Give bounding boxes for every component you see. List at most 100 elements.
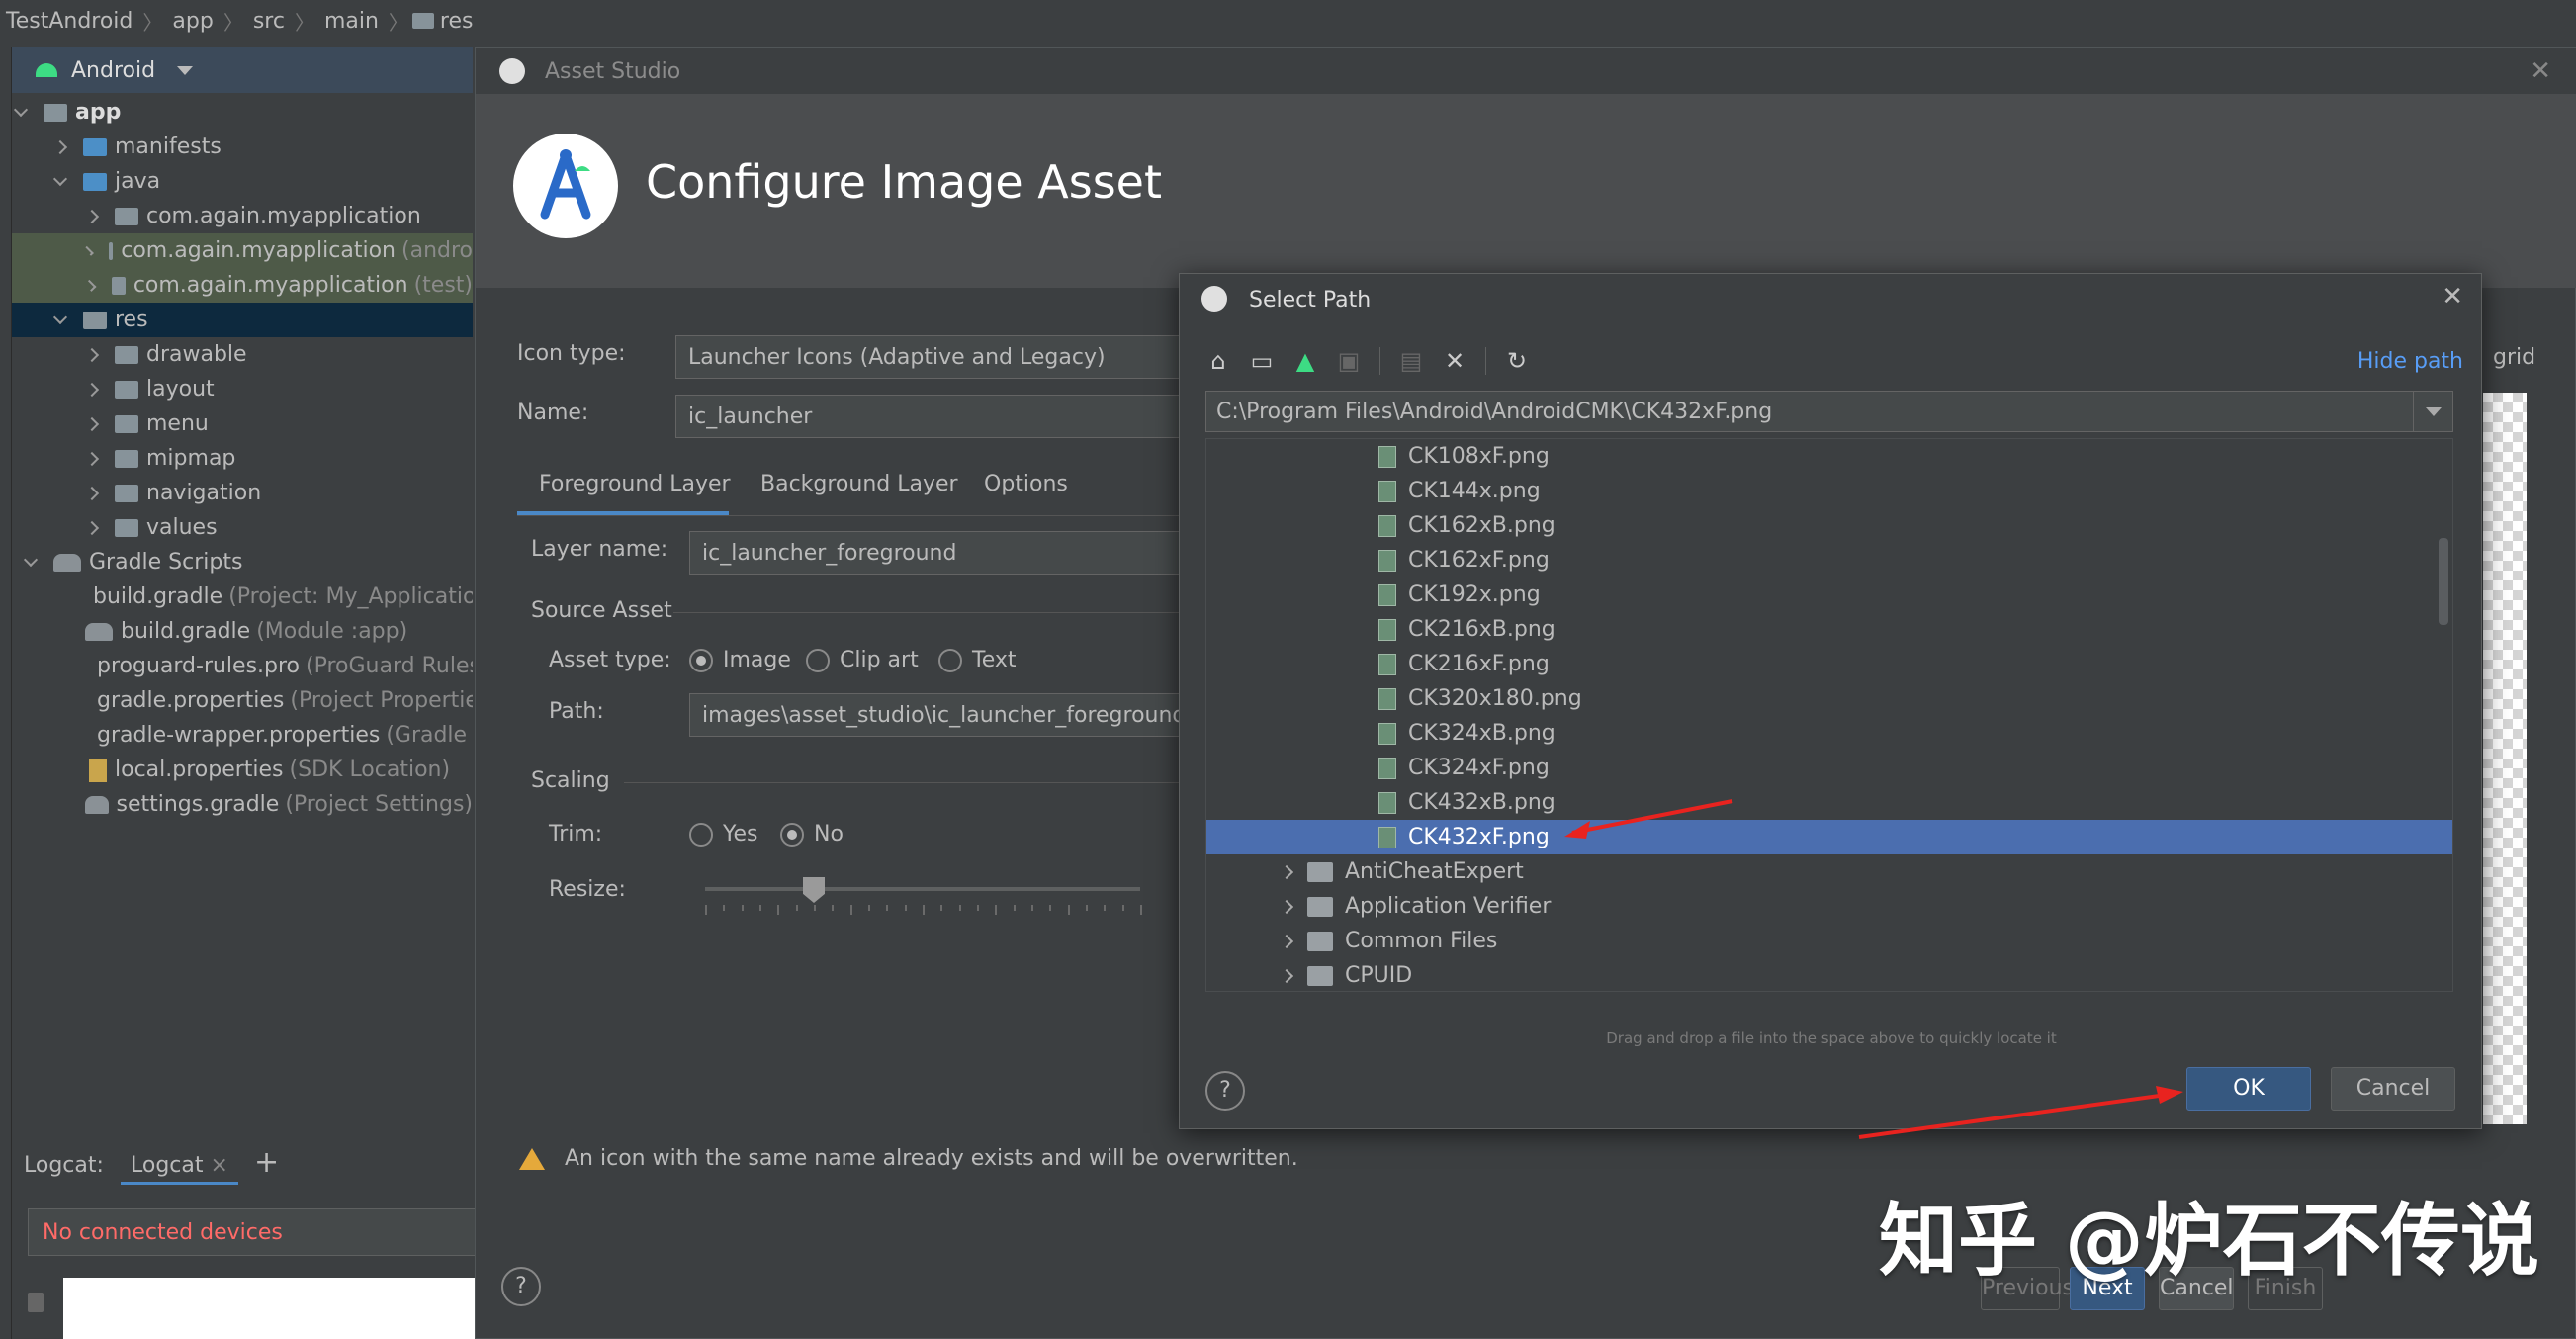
file-item[interactable]: CK192x.png [1206,578,2452,612]
tree-item-hint: (Project: My_Applicatio [228,584,473,609]
tree-item-layout[interactable]: layout [12,372,473,406]
project-folder-icon[interactable]: ▣ [1336,347,1362,375]
tree-item-file[interactable]: proguard-rules.pro (ProGuard Rules [12,649,473,683]
radio-icon [689,823,713,847]
hide-path-link[interactable]: Hide path [2357,349,2463,374]
chevron-down-icon [52,171,68,186]
image-file-icon [1378,583,1396,606]
file-item-selected[interactable]: CK432xF.png [1206,820,2452,854]
file-item[interactable]: CK162xB.png [1206,508,2452,543]
close-icon[interactable]: ✕ [2530,56,2551,86]
help-button[interactable]: ? [1205,1071,1245,1111]
tree-item-label: settings.gradle [116,792,280,817]
chevron-down-icon[interactable] [2413,392,2452,431]
file-item[interactable]: CK324xF.png [1206,751,2452,785]
path-input[interactable]: images\asset_studio\ic_launcher_foregrou… [689,693,1190,737]
file-item[interactable]: CK216xB.png [1206,612,2452,647]
close-icon[interactable]: ✕ [2442,282,2463,312]
breadcrumb-item[interactable]: src [253,9,285,34]
name-input[interactable]: ic_launcher [675,395,1190,438]
folder-item[interactable]: AntiCheatExpert [1206,854,2452,889]
tree-item-file[interactable]: gradle-wrapper.properties(Gradle V [12,718,473,753]
tab-options[interactable]: Options [984,472,1068,496]
folder-icon [1307,861,1333,882]
res-folder-icon [83,311,107,329]
add-tab-button[interactable]: + [254,1145,279,1180]
icon-type-select[interactable]: Launcher Icons (Adaptive and Legacy) [675,335,1190,379]
desktop-icon[interactable]: ▭ [1249,347,1275,375]
tree-item-manifests[interactable]: manifests [12,130,473,164]
breadcrumb: TestAndroid 〉 app 〉 src 〉 main 〉 res [0,0,2576,42]
tree-item-mipmap[interactable]: mipmap [12,441,473,476]
tree-item-drawable[interactable]: drawable [12,337,473,372]
tree-item-res[interactable]: res [12,303,473,337]
trim-yes-radio[interactable]: Yes [689,822,758,847]
folder-item[interactable]: Application Verifier [1206,889,2452,924]
trim-no-radio[interactable]: No [780,822,844,847]
tree-item-file[interactable]: gradle.properties (Project Properties [12,683,473,718]
tree-item-values[interactable]: values [12,510,473,545]
folder-icon [115,518,138,537]
tab-logcat[interactable]: Logcat × [121,1145,238,1185]
tree-item-package-test[interactable]: com.again.myapplication (test) [12,268,473,303]
tree-item-app[interactable]: app [12,95,473,130]
folder-item[interactable]: Common Files [1206,924,2452,958]
tree-item-label: res [115,308,148,332]
folder-item[interactable]: CPUID [1206,958,2452,991]
file-item[interactable]: CK162xF.png [1206,543,2452,578]
tree-item-label: local.properties [115,758,284,782]
tab-background-layer[interactable]: Background Layer [760,472,958,496]
resize-slider[interactable] [705,877,1142,917]
asset-type-text-radio[interactable]: Text [938,648,1017,672]
tree-item-file[interactable]: build.gradle (Project: My_Applicatio [12,580,473,614]
tree-item-package-androidtest[interactable]: com.again.myapplication (andro [12,233,473,268]
ok-button[interactable]: OK [2186,1067,2311,1111]
android-icon[interactable]: ▲ [1292,347,1318,375]
tree-item-label: build.gradle [93,584,223,609]
breadcrumb-item[interactable]: main [324,9,379,34]
tree-item-file[interactable]: settings.gradle (Project Settings) [12,787,473,822]
refresh-icon[interactable]: ↻ [1504,347,1530,375]
tree-item-navigation[interactable]: navigation [12,476,473,510]
asset-type-image-radio[interactable]: Image [689,648,791,672]
tree-item-gradle-scripts[interactable]: Gradle Scripts [12,545,473,580]
tree-item-file[interactable]: local.properties (SDK Location) [12,753,473,787]
tree-item-menu[interactable]: menu [12,406,473,441]
file-item[interactable]: CK108xF.png [1206,439,2452,474]
tree-item-java[interactable]: java [12,164,473,199]
toolbar-separator [1485,347,1486,375]
slider-tick [995,905,998,915]
select-path-dialog: Select Path ✕ ⌂ ▭ ▲ ▣ ▤ ✕ ↻ Hide path C:… [1179,273,2482,1129]
help-button[interactable]: ? [501,1267,541,1306]
dialog-title: Select Path [1249,288,1372,312]
tab-foreground-layer[interactable]: Foreground Layer [539,472,731,496]
slider-thumb[interactable] [803,877,825,903]
trash-icon[interactable] [28,1293,44,1312]
breadcrumb-item[interactable]: res [440,9,474,34]
project-view-selector[interactable]: Android [12,47,473,93]
tree-item-package[interactable]: com.again.myapplication [12,199,473,233]
tree-item-label: com.again.myapplication [133,273,408,298]
file-chooser-toolbar: ⌂ ▭ ▲ ▣ ▤ ✕ ↻ [1205,343,1530,379]
breadcrumb-item[interactable]: TestAndroid [6,9,133,34]
package-icon [111,276,126,295]
breadcrumb-separator: 〉 [222,10,243,35]
asset-type-clipart-radio[interactable]: Clip art [806,648,919,672]
path-input[interactable]: C:\Program Files\Android\AndroidCMK\CK43… [1205,391,2453,432]
device-dropdown[interactable]: No connected devices [28,1208,483,1256]
new-folder-icon[interactable]: ▤ [1398,347,1424,375]
home-icon[interactable]: ⌂ [1205,347,1231,375]
delete-icon[interactable]: ✕ [1442,347,1467,375]
file-item[interactable]: CK320x180.png [1206,681,2452,716]
close-icon[interactable]: × [211,1153,228,1178]
breadcrumb-item[interactable]: app [172,9,213,34]
file-item[interactable]: CK144x.png [1206,474,2452,508]
scrollbar-thumb[interactable] [2439,538,2448,625]
file-item[interactable]: CK324xB.png [1206,716,2452,751]
layer-name-input[interactable]: ic_launcher_foreground [689,531,1190,575]
cancel-button[interactable]: Cancel [2331,1067,2455,1111]
tree-item-file[interactable]: build.gradle (Module :app) [12,614,473,649]
image-file-icon [1378,757,1396,779]
file-item[interactable]: CK216xF.png [1206,647,2452,681]
file-item[interactable]: CK432xB.png [1206,785,2452,820]
